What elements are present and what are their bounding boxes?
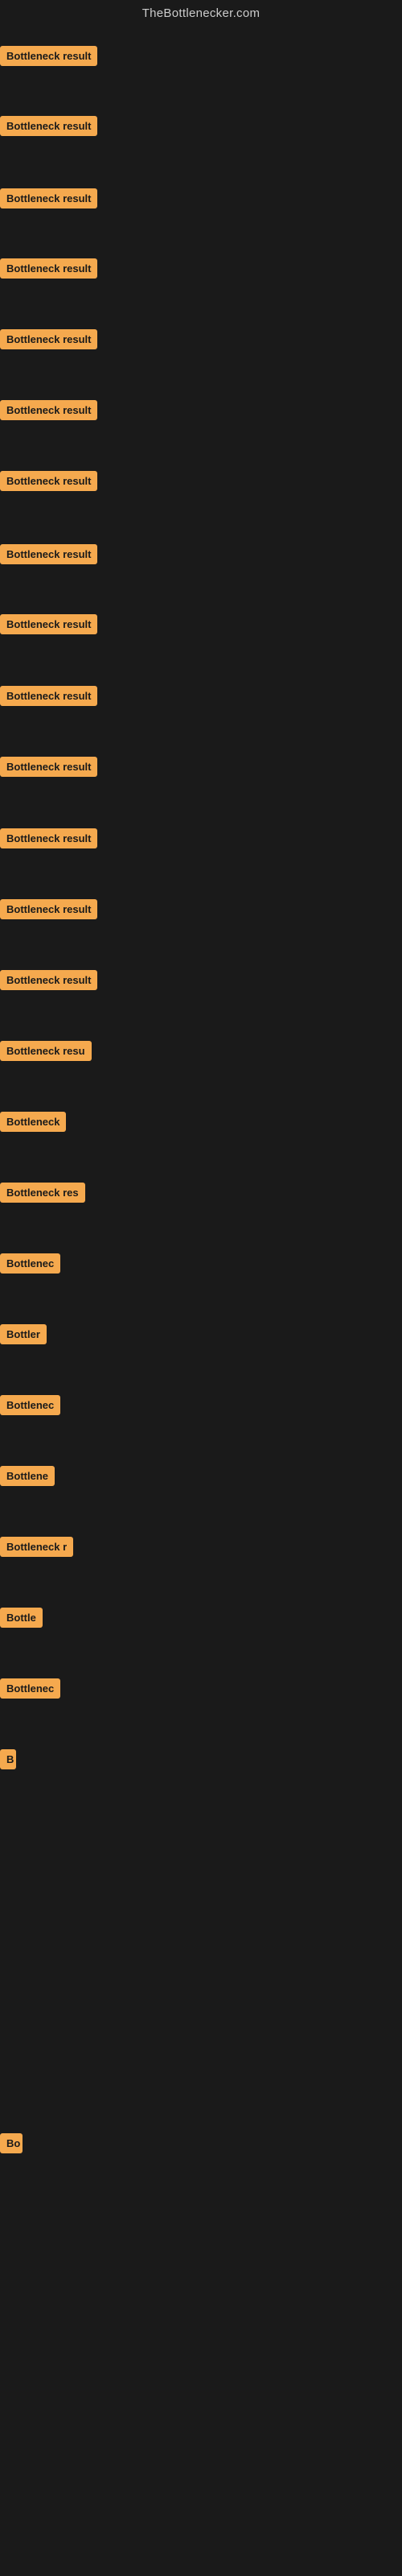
list-item: Bottleneck: [0, 1112, 66, 1132]
site-header: TheBottlenecker.com: [0, 0, 402, 23]
bottleneck-result-label: Bottleneck result: [0, 970, 97, 990]
bottleneck-result-label: B: [0, 1749, 16, 1769]
list-item: Bottleneck r: [0, 1537, 73, 1557]
list-item: Bottleneck result: [0, 400, 97, 420]
bottleneck-result-label: Bottler: [0, 1324, 47, 1344]
bottleneck-result-label: Bottleneck result: [0, 828, 97, 848]
list-item: Bottleneck result: [0, 258, 97, 279]
bottleneck-result-label: Bottlene: [0, 1466, 55, 1486]
list-item: Bottlenec: [0, 1678, 60, 1699]
bottleneck-result-label: Bottleneck result: [0, 400, 97, 420]
list-item: Bottleneck result: [0, 828, 97, 848]
bottleneck-result-label: Bottleneck result: [0, 329, 97, 349]
bottleneck-result-label: Bottleneck result: [0, 116, 97, 136]
list-item: B: [0, 1749, 16, 1769]
list-item: Bottleneck resu: [0, 1041, 92, 1061]
list-item: Bottleneck result: [0, 329, 97, 349]
bottleneck-result-label: Bottlenec: [0, 1253, 60, 1274]
list-item: Bo: [0, 2133, 23, 2153]
bottleneck-result-label: Bottlenec: [0, 1678, 60, 1699]
bottleneck-result-label: Bottleneck: [0, 1112, 66, 1132]
list-item: Bottler: [0, 1324, 47, 1344]
bottleneck-result-label: Bottlenec: [0, 1395, 60, 1415]
list-item: Bottlenec: [0, 1253, 60, 1274]
bottleneck-result-label: Bottleneck resu: [0, 1041, 92, 1061]
list-item: Bottleneck result: [0, 544, 97, 564]
list-item: Bottleneck result: [0, 46, 97, 66]
bottleneck-result-label: Bottleneck result: [0, 188, 97, 208]
bottleneck-result-label: Bottleneck r: [0, 1537, 73, 1557]
bottleneck-result-label: Bottleneck result: [0, 614, 97, 634]
bottleneck-result-label: Bottleneck result: [0, 899, 97, 919]
bottleneck-result-label: Bottleneck res: [0, 1183, 85, 1203]
list-item: Bottleneck result: [0, 471, 97, 491]
list-item: Bottleneck result: [0, 970, 97, 990]
bottleneck-result-label: Bottle: [0, 1608, 43, 1628]
bottleneck-result-label: Bo: [0, 2133, 23, 2153]
bottleneck-result-label: Bottleneck result: [0, 686, 97, 706]
bottleneck-result-label: Bottleneck result: [0, 471, 97, 491]
list-item: Bottlene: [0, 1466, 55, 1486]
list-item: Bottleneck res: [0, 1183, 85, 1203]
bottleneck-result-label: Bottleneck result: [0, 46, 97, 66]
list-item: Bottleneck result: [0, 686, 97, 706]
bottleneck-result-label: Bottleneck result: [0, 544, 97, 564]
list-item: Bottleneck result: [0, 899, 97, 919]
list-item: Bottleneck result: [0, 757, 97, 777]
list-item: Bottle: [0, 1608, 43, 1628]
list-item: Bottlenec: [0, 1395, 60, 1415]
list-item: Bottleneck result: [0, 116, 97, 136]
list-item: Bottleneck result: [0, 614, 97, 634]
bottleneck-result-label: Bottleneck result: [0, 258, 97, 279]
bottleneck-result-label: Bottleneck result: [0, 757, 97, 777]
list-item: Bottleneck result: [0, 188, 97, 208]
